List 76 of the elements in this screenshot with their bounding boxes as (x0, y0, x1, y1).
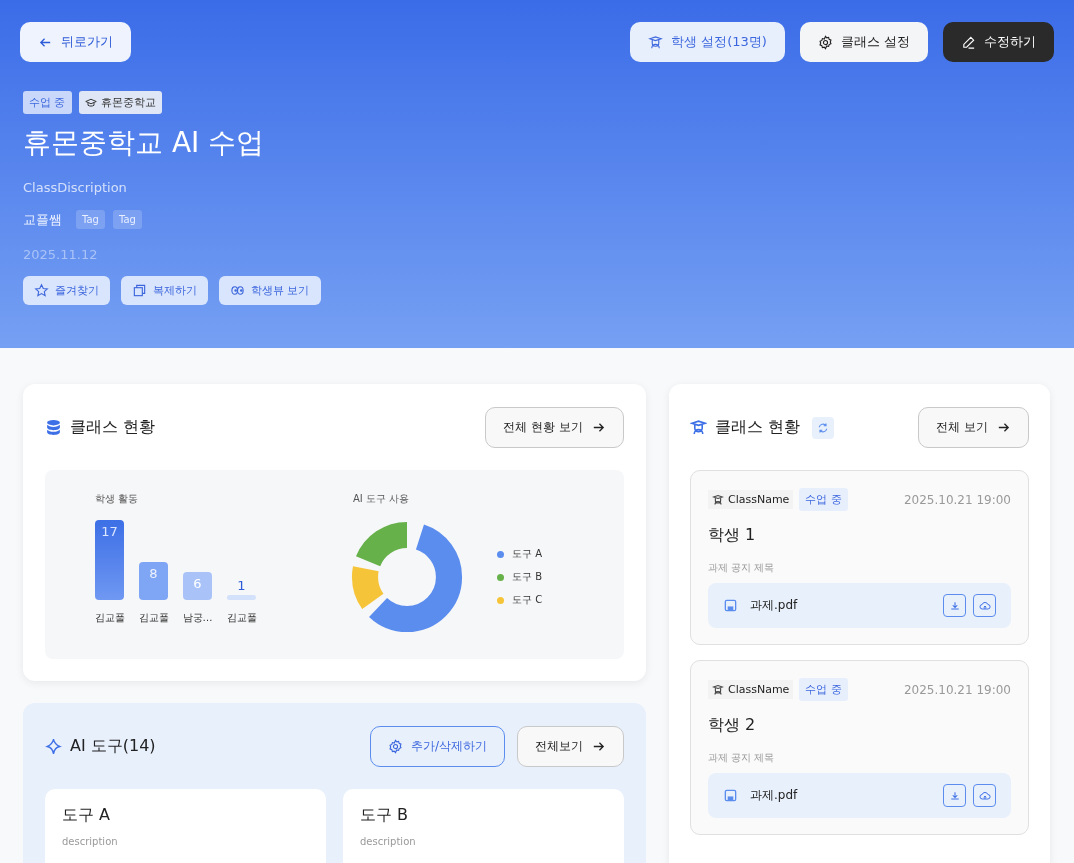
student-icon (690, 419, 707, 436)
status-badge: 수업 중 (799, 678, 848, 701)
status-badge: 수업 중 (23, 91, 72, 114)
bar-label: 김교풀 (94, 611, 125, 625)
file-name: 과제.pdf (750, 787, 799, 804)
file-name: 과제.pdf (750, 597, 799, 614)
settings-icon (817, 34, 833, 50)
back-button[interactable]: 뒤로가기 (20, 22, 131, 62)
value-label: 1 (237, 579, 246, 593)
card-title: 클래스 현황 (70, 417, 156, 438)
view-all-button[interactable]: 전체 보기 (918, 407, 1029, 448)
copy-button[interactable]: 복제하기 (121, 276, 208, 305)
bar-label: 김교풀 (226, 611, 257, 625)
copy-icon (132, 283, 147, 298)
tool-name: 도구 B (360, 805, 410, 826)
download-button[interactable] (943, 594, 966, 617)
bar (227, 595, 256, 600)
school-badge: 휴몬중학교 (78, 91, 162, 114)
refresh-icon (817, 421, 830, 434)
cloud-button[interactable] (973, 594, 996, 617)
tag: Tag (112, 210, 142, 229)
pencil-icon (961, 34, 976, 50)
floppy-icon (723, 788, 738, 803)
student-name: 학생 2 (708, 715, 757, 736)
timestamp: 2025.10.21 19:00 (903, 492, 1011, 507)
notice-title: 과제 공지 제목 (708, 561, 776, 575)
add-remove-button[interactable]: 추가/삭제하기 (369, 726, 505, 767)
download-icon (948, 789, 961, 802)
eyes-icon (230, 283, 245, 298)
download-icon (948, 599, 961, 612)
notice-title: 과제 공지 제목 (708, 751, 776, 765)
timestamp: 2025.10.21 19:00 (903, 682, 1011, 697)
edit-button[interactable]: 수정하기 (943, 22, 1054, 62)
tool-description: description (62, 836, 119, 847)
database-icon (45, 419, 62, 436)
refresh-button[interactable] (812, 416, 835, 439)
cloud-button[interactable] (973, 784, 996, 807)
settings-button[interactable]: 클래스 설정 (799, 22, 928, 62)
class-date: 2025.11.12 (23, 247, 99, 262)
students-button[interactable]: 학생 설정(13명) (630, 22, 785, 62)
tag: Tag (76, 210, 105, 229)
view-all-status-button[interactable]: 전체 현황 보기 (485, 407, 624, 448)
class-title: 휴몬중학교 AI 수업 (23, 125, 266, 161)
star-icon (34, 283, 49, 298)
legend-label: 도구 A (512, 547, 543, 561)
value-label: 8 (149, 567, 158, 581)
tool-description: description (360, 836, 417, 847)
cloud-upload-icon (978, 599, 991, 612)
legend-label: 도구 B (512, 570, 543, 584)
tool-card[interactable]: 도구 B description (343, 789, 624, 863)
class-description: ClassDiscription (23, 180, 128, 195)
bar-label: 남궁… (182, 611, 213, 625)
student-name: 학생 1 (708, 525, 757, 546)
teacher-name: 교플쌤 (23, 210, 62, 229)
bar-label: 김교풀 (138, 611, 169, 625)
chart-title: AI 도구 사용 (353, 492, 411, 506)
status-badge: 수업 중 (799, 488, 848, 511)
download-button[interactable] (943, 784, 966, 807)
card-title: AI 도구(14) (70, 736, 156, 757)
class-name-badge: ClassName (708, 490, 794, 509)
sparkle-icon (45, 738, 62, 755)
favorite-button[interactable]: 즐겨찾기 (23, 276, 110, 305)
tool-name: 도구 A (62, 805, 112, 826)
card-title: 클래스 현황 (715, 417, 801, 438)
settings-icon (387, 739, 403, 754)
floppy-icon (723, 598, 738, 613)
cloud-upload-icon (978, 789, 991, 802)
class-name-badge: ClassName (708, 680, 794, 699)
legend-label: 도구 C (512, 593, 543, 607)
view-all-button[interactable]: 전체보기 (517, 726, 624, 767)
tool-card[interactable]: 도구 A description (45, 789, 326, 863)
value-label: 6 (193, 576, 202, 590)
view-button[interactable]: 학생뷰 보기 (219, 276, 321, 305)
student-icon (648, 34, 664, 50)
chart-title: 학생 활동 (95, 492, 140, 506)
value-label: 17 (101, 525, 118, 538)
